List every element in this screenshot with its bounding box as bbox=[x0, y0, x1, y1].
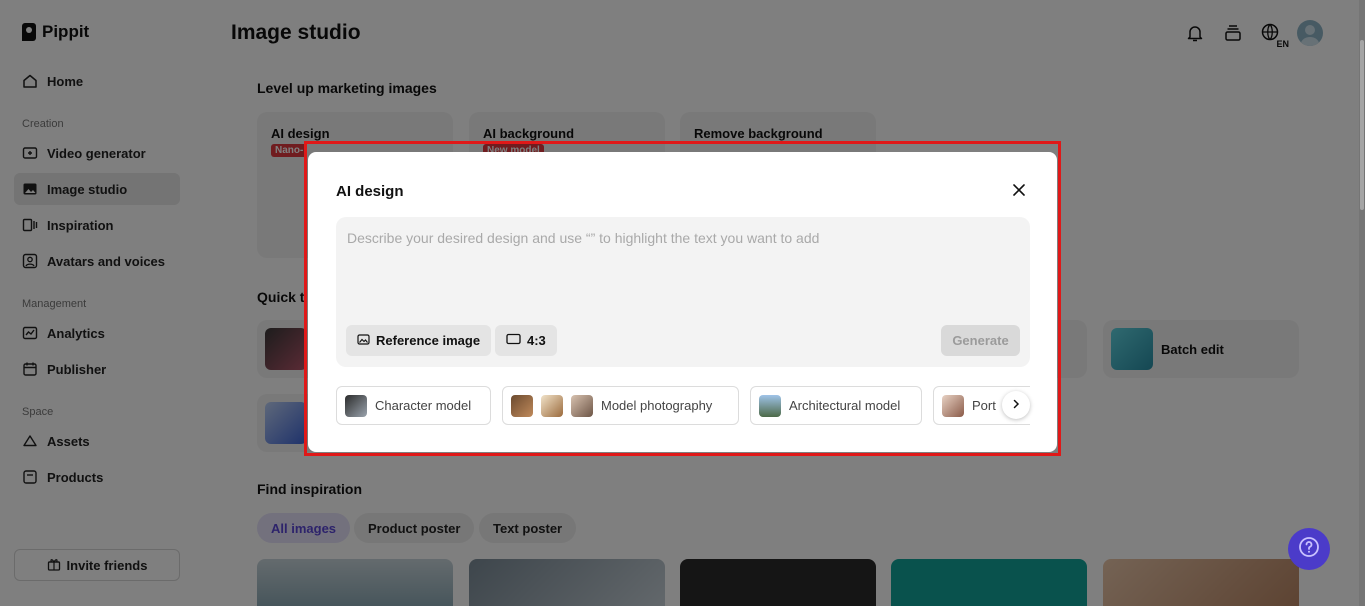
question-icon bbox=[1298, 536, 1320, 563]
preset-architectural-model[interactable]: Architectural model bbox=[750, 386, 922, 425]
aspect-ratio-button[interactable]: 4:3 bbox=[495, 325, 557, 356]
aspect-ratio-label: 4:3 bbox=[527, 333, 546, 348]
chevron-right-icon bbox=[1011, 396, 1021, 414]
help-button[interactable] bbox=[1288, 528, 1330, 570]
ai-design-modal: AI design Reference image 4:3 Generate C… bbox=[308, 152, 1057, 452]
preset-strip: Character model Model photography Archit… bbox=[336, 386, 1030, 426]
preset-thumbnail bbox=[571, 394, 593, 417]
preset-label: Model photography bbox=[601, 398, 713, 413]
preset-character-model[interactable]: Character model bbox=[336, 386, 491, 425]
aspect-ratio-icon bbox=[506, 333, 521, 348]
prompt-box: Reference image 4:3 Generate bbox=[336, 217, 1030, 367]
preset-thumbnail bbox=[511, 394, 533, 417]
generate-button[interactable]: Generate bbox=[941, 325, 1020, 356]
reference-image-button[interactable]: Reference image bbox=[346, 325, 492, 356]
page-scrollbar[interactable] bbox=[1359, 0, 1365, 606]
preset-thumbnail bbox=[345, 394, 367, 417]
close-button[interactable] bbox=[1009, 182, 1029, 202]
preset-thumbnail bbox=[759, 394, 781, 417]
image-icon bbox=[357, 333, 370, 349]
preset-thumbnail bbox=[541, 394, 563, 417]
preset-thumbnail bbox=[942, 394, 964, 417]
preset-model-photography[interactable]: Model photography bbox=[502, 386, 739, 425]
scrollbar-thumb[interactable] bbox=[1360, 40, 1364, 210]
modal-title: AI design bbox=[336, 183, 404, 200]
close-icon bbox=[1012, 183, 1026, 202]
presets-next-button[interactable] bbox=[1002, 391, 1030, 419]
preset-label: Port bbox=[972, 398, 996, 413]
preset-label: Architectural model bbox=[789, 398, 901, 413]
reference-image-label: Reference image bbox=[376, 333, 481, 348]
prompt-input[interactable] bbox=[347, 230, 1017, 246]
preset-label: Character model bbox=[375, 398, 472, 413]
